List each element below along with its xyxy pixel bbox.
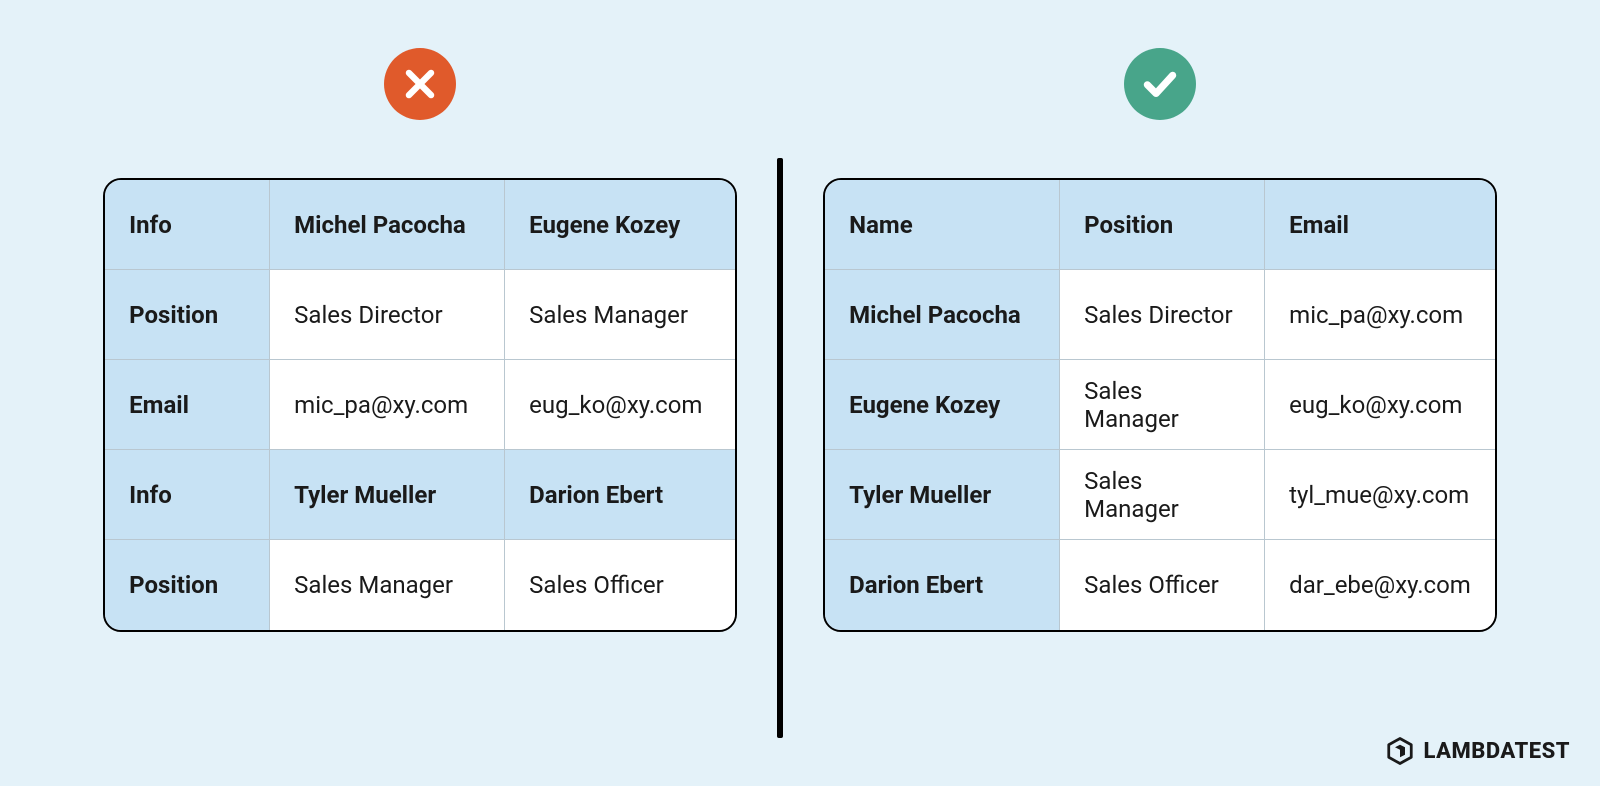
good-table: Name Position Email Michel Pacocha Sales…: [823, 178, 1497, 632]
row-cell: eug_ko@xy.com: [505, 360, 735, 450]
row-cell: Darion Ebert: [505, 450, 735, 540]
col-header-name: Name: [825, 180, 1060, 270]
row-label: Position: [105, 270, 270, 360]
table-row: Info Tyler Mueller Darion Ebert: [105, 450, 735, 540]
row-cell: Eugene Kozey: [505, 180, 735, 270]
row-cell: Michel Pacocha: [270, 180, 505, 270]
table-row: Position Sales Manager Sales Officer: [105, 540, 735, 630]
row-cell: Sales Officer: [505, 540, 735, 630]
row-label: Info: [105, 180, 270, 270]
row-cell: Sales Manager: [505, 270, 735, 360]
name-cell: Michel Pacocha: [825, 270, 1060, 360]
table-row: Darion Ebert Sales Officer dar_ebe@xy.co…: [825, 540, 1495, 630]
brand-text: LAMBDATEST: [1423, 739, 1570, 764]
position-cell: Sales Officer: [1060, 540, 1265, 630]
row-cell: mic_pa@xy.com: [270, 360, 505, 450]
cross-icon: [384, 48, 456, 120]
table-row: Michel Pacocha Sales Director mic_pa@xy.…: [825, 270, 1495, 360]
bad-table: Info Michel Pacocha Eugene Kozey Positio…: [103, 178, 737, 632]
name-cell: Darion Ebert: [825, 540, 1060, 630]
position-cell: Sales Director: [1060, 270, 1265, 360]
table-row: Email mic_pa@xy.com eug_ko@xy.com: [105, 360, 735, 450]
row-cell: Tyler Mueller: [270, 450, 505, 540]
table-row: Eugene Kozey Sales Manager eug_ko@xy.com: [825, 360, 1495, 450]
table-row: Info Michel Pacocha Eugene Kozey: [105, 180, 735, 270]
row-label: Info: [105, 450, 270, 540]
col-header-email: Email: [1265, 180, 1495, 270]
table-header-row: Name Position Email: [825, 180, 1495, 270]
position-cell: Sales Manager: [1060, 360, 1265, 450]
email-cell: mic_pa@xy.com: [1265, 270, 1495, 360]
position-cell: Sales Manager: [1060, 450, 1265, 540]
email-cell: dar_ebe@xy.com: [1265, 540, 1495, 630]
email-cell: eug_ko@xy.com: [1265, 360, 1495, 450]
comparison-container: Info Michel Pacocha Eugene Kozey Positio…: [0, 0, 1600, 786]
row-label: Position: [105, 540, 270, 630]
row-label: Email: [105, 360, 270, 450]
lambdatest-icon: [1385, 736, 1415, 766]
table-row: Tyler Mueller Sales Manager tyl_mue@xy.c…: [825, 450, 1495, 540]
name-cell: Eugene Kozey: [825, 360, 1060, 450]
name-cell: Tyler Mueller: [825, 450, 1060, 540]
table-row: Position Sales Director Sales Manager: [105, 270, 735, 360]
email-cell: tyl_mue@xy.com: [1265, 450, 1495, 540]
check-icon: [1124, 48, 1196, 120]
row-cell: Sales Director: [270, 270, 505, 360]
col-header-position: Position: [1060, 180, 1265, 270]
row-cell: Sales Manager: [270, 540, 505, 630]
brand-logo: LAMBDATEST: [1385, 736, 1570, 766]
good-example-panel: Name Position Email Michel Pacocha Sales…: [783, 48, 1537, 632]
bad-example-panel: Info Michel Pacocha Eugene Kozey Positio…: [63, 48, 777, 632]
